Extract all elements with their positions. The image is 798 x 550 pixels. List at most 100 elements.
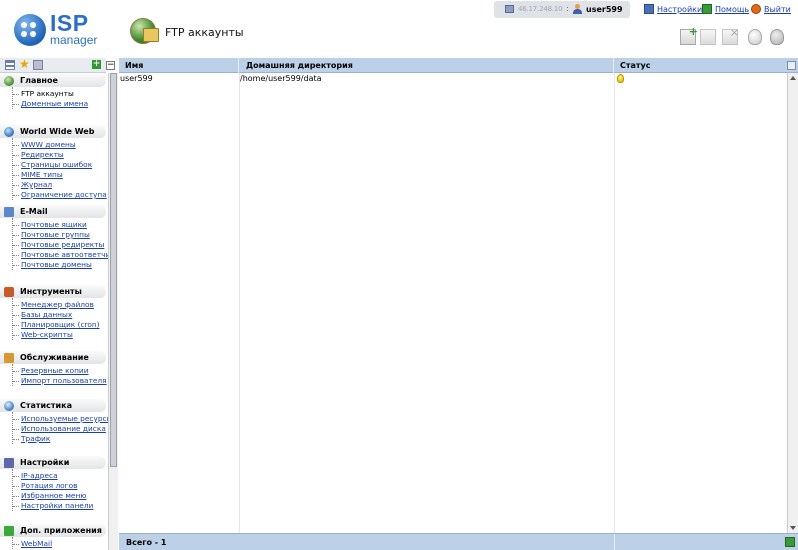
sidebar-item[interactable]: Ограничение доступа xyxy=(13,190,107,200)
sidebar-item[interactable]: IP-адреса xyxy=(13,471,106,481)
ftp-globe-icon xyxy=(130,18,159,44)
logout-link[interactable]: Выйти xyxy=(764,5,791,14)
sidebar-item[interactable]: Страницы ошибок xyxy=(13,160,106,170)
server-icon xyxy=(505,5,514,13)
table-scrollbar[interactable] xyxy=(787,73,798,533)
help-link[interactable]: Помощь xyxy=(715,5,749,14)
sidebar-item[interactable]: Трафик xyxy=(13,434,106,444)
favorites-star-icon[interactable]: ★ xyxy=(19,58,30,71)
ispmanager-logo[interactable]: ISP manager xyxy=(14,10,104,49)
table-footer: Всего - 1 xyxy=(119,533,798,550)
column-header-name[interactable]: Имя xyxy=(119,58,239,73)
sidebar-item[interactable]: Почтовые группы xyxy=(13,230,106,240)
sidebar-section-header[interactable]: Настройки xyxy=(0,455,106,469)
logo-manager-text: manager xyxy=(50,33,98,47)
enable-icon[interactable] xyxy=(748,29,762,45)
sidebar-item[interactable]: WWW домены xyxy=(13,140,106,150)
sidebar-section-items: FTP аккаунты Доменные имена xyxy=(12,87,106,109)
user-icon xyxy=(573,4,582,14)
help-icon[interactable] xyxy=(702,4,712,14)
sidebar-scrollbar[interactable] xyxy=(108,73,118,550)
sidebar-section-title: World Wide Web xyxy=(20,127,95,136)
sidebar-item[interactable]: Резервные копии xyxy=(13,366,106,376)
settings-link[interactable]: Настройки xyxy=(657,5,702,14)
mail-icon xyxy=(4,207,14,217)
sidebar-scroll-thumb[interactable] xyxy=(110,73,117,467)
total-count: Всего - 1 xyxy=(126,538,167,547)
sidebar-section-header[interactable]: Доп. приложения xyxy=(0,523,106,537)
statistics-icon xyxy=(4,401,14,411)
logo-icon xyxy=(14,14,46,46)
table-body: user599 /home/user599/data xyxy=(119,73,787,533)
sidebar-section-header[interactable]: E-Mail xyxy=(0,204,106,218)
header: ISP manager FTP аккаунты 46.17.248.10 : … xyxy=(0,0,798,58)
sidebar-section-items: Менеджер файлов Базы данных Планировщик (c… xyxy=(12,298,106,340)
delete-icon[interactable] xyxy=(722,26,739,45)
bulb-on-icon xyxy=(617,74,624,83)
scroll-down-arrow-icon[interactable] xyxy=(790,526,796,530)
maintenance-icon xyxy=(4,353,14,363)
sidebar-item[interactable]: WebMail xyxy=(13,539,106,549)
sidebar-item[interactable]: Почтовые автоответчики xyxy=(13,250,118,260)
sidebar-section: Статистика Используемые ресурсы Использова… xyxy=(0,398,112,444)
export-excel-icon[interactable] xyxy=(785,537,795,547)
sidebar-section: Доп. приложения WebMail xyxy=(0,523,106,549)
table-header: Имя Домашняя директория Статус xyxy=(119,58,798,73)
sidebar-item[interactable]: Почтовые ящики xyxy=(13,220,106,230)
sidebar-item[interactable]: Журнал xyxy=(13,180,106,190)
sidebar-section-title: Главное xyxy=(20,76,58,85)
sidebar-section-header[interactable]: Главное xyxy=(0,73,106,87)
sidebar-section-header[interactable]: World Wide Web xyxy=(0,124,106,138)
sidebar-section-title: Доп. приложения xyxy=(20,526,102,535)
small-menu-icon[interactable] xyxy=(33,60,43,70)
sidebar-item[interactable]: Менеджер файлов xyxy=(13,300,106,310)
new-icon[interactable] xyxy=(680,25,698,45)
column-header-status[interactable]: Статус xyxy=(614,58,787,73)
sidebar-item[interactable]: Почтовые домены xyxy=(13,260,106,270)
edit-icon[interactable] xyxy=(700,29,716,45)
sidebar-item[interactable]: Базы данных xyxy=(13,310,106,320)
main-content: Имя Домашняя директория Статус user599 /… xyxy=(119,58,798,550)
settings-icon xyxy=(4,458,14,468)
sidebar-item[interactable]: Почтовые редиректы xyxy=(13,240,106,250)
footer-divider xyxy=(614,534,615,550)
globe-icon xyxy=(4,127,14,137)
sidebar-item[interactable]: Импорт пользователя xyxy=(13,376,107,386)
user-info: 46.17.248.10 : user599 xyxy=(494,1,630,18)
logout-icon[interactable] xyxy=(751,4,761,14)
username: user599 xyxy=(586,5,623,14)
sidebar-item[interactable]: Редиректы xyxy=(13,150,106,160)
sidebar-section-title: Инструменты xyxy=(20,287,82,296)
sidebar-item[interactable]: FTP аккаунты xyxy=(13,89,106,99)
sidebar-item[interactable]: Ротация логов xyxy=(13,481,106,491)
settings-icon[interactable] xyxy=(644,4,654,14)
sidebar-section-header[interactable]: Обслуживание xyxy=(0,350,106,364)
sidebar-section-items: Используемые ресурсы Использование диска Т… xyxy=(12,412,112,444)
collapse-all-icon[interactable]: − xyxy=(106,61,115,70)
tools-icon xyxy=(4,287,14,297)
sidebar-section-title: E-Mail xyxy=(20,207,48,216)
column-settings-icon[interactable] xyxy=(787,61,796,70)
sidebar-item[interactable]: Используемые ресурсы xyxy=(13,414,112,424)
expand-all-icon[interactable]: + xyxy=(92,60,101,69)
disable-icon[interactable] xyxy=(770,29,784,45)
sidebar-section-title: Настройки xyxy=(20,458,70,467)
sidebar-item[interactable]: Использование диска xyxy=(13,424,106,434)
sidebar-section: Настройки IP-адреса Ротация логов Избранное… xyxy=(0,455,106,511)
sidebar-item[interactable]: Планировщик (cron) xyxy=(13,320,106,330)
scroll-up-arrow-icon[interactable] xyxy=(790,76,796,80)
sidebar-section-header[interactable]: Статистика xyxy=(0,398,106,412)
menu-list-icon[interactable] xyxy=(5,60,15,70)
sidebar-section: Обслуживание Резервные копии Импорт пользо… xyxy=(0,350,107,386)
apps-icon xyxy=(4,526,14,536)
sidebar-item[interactable]: Избранное меню xyxy=(13,491,106,501)
cell-home-dir: /home/user599/data xyxy=(240,74,322,83)
sidebar-item[interactable]: Настройки панели xyxy=(13,501,106,511)
sidebar-item[interactable]: MIME типы xyxy=(13,170,106,180)
table-row[interactable]: user599 /home/user599/data xyxy=(119,73,787,85)
sidebar-section-header[interactable]: Инструменты xyxy=(0,284,106,298)
sidebar-item[interactable]: Доменные имена xyxy=(13,99,106,109)
column-header-home-dir[interactable]: Домашняя директория xyxy=(239,58,614,73)
cell-status xyxy=(615,73,787,85)
sidebar-item[interactable]: Web-скрипты xyxy=(13,330,106,340)
